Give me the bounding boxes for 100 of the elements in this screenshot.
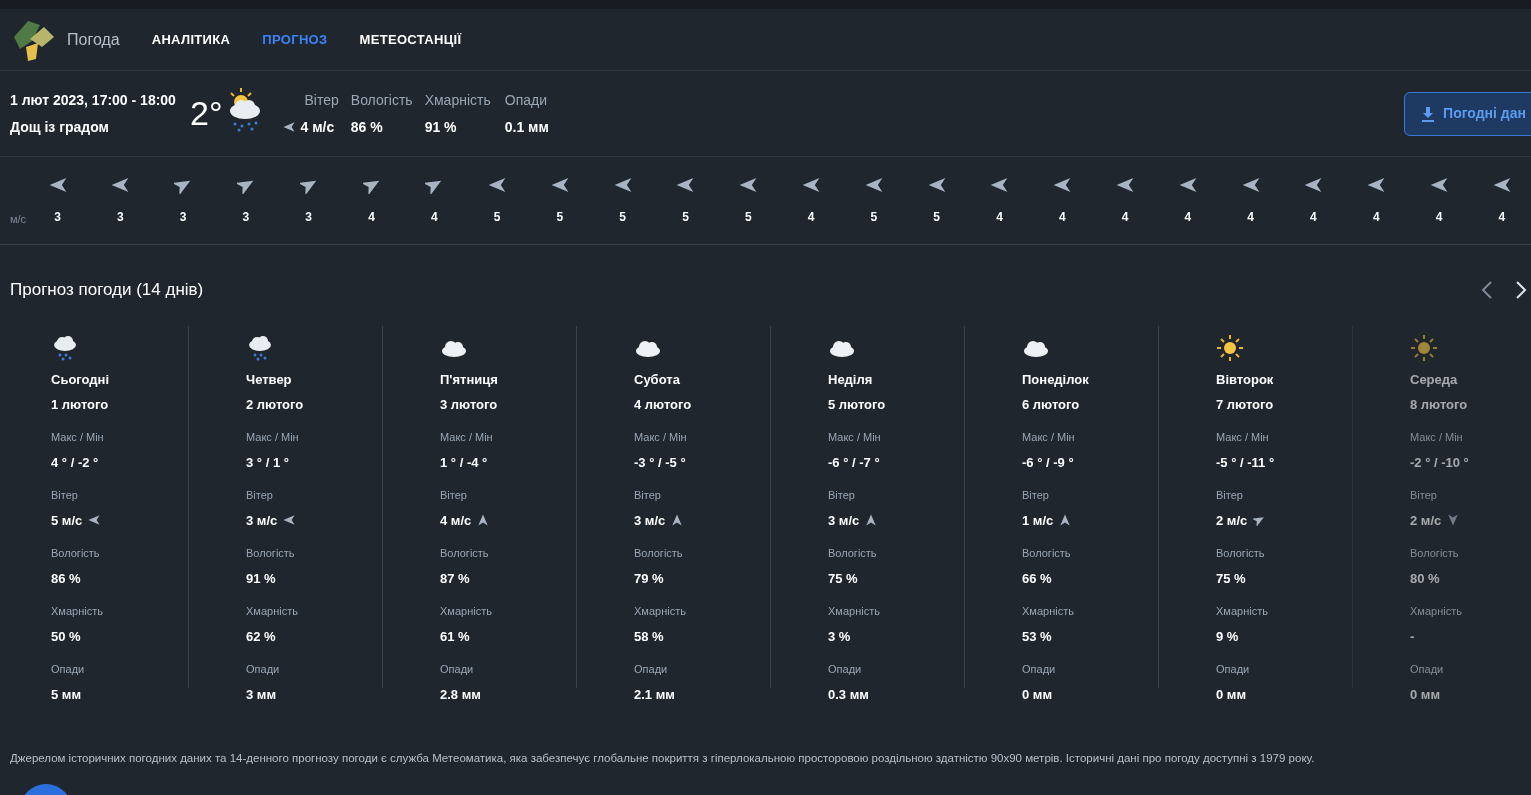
field-label: Хмарність bbox=[828, 604, 881, 619]
field-label: Опади bbox=[51, 662, 86, 677]
field-value: 3 м/с bbox=[828, 511, 860, 530]
field-value: 75 % bbox=[1216, 569, 1246, 588]
field-value: 2.8 мм bbox=[440, 685, 481, 704]
field-value: 1 м/с bbox=[1022, 511, 1054, 530]
wind-speed: 3 bbox=[116, 208, 124, 226]
wind-speed: 5 bbox=[870, 208, 878, 226]
field-label: Хмарність bbox=[246, 604, 299, 619]
field-label: Опади bbox=[1022, 662, 1057, 677]
field-label: Хмарність bbox=[1022, 604, 1075, 619]
field-value: 66 % bbox=[1022, 569, 1052, 588]
field-value: 3 ° / 1 ° bbox=[246, 453, 289, 472]
wind-speed: 4 bbox=[1058, 208, 1066, 226]
day-date: 6 лютого bbox=[1022, 395, 1081, 414]
field-value: 58 % bbox=[634, 627, 664, 646]
wind-unit-label: м/с bbox=[9, 212, 27, 228]
field-label: Макс / Мін bbox=[440, 430, 494, 445]
field-label: Опади bbox=[634, 662, 669, 677]
field-label: Макс / Мін bbox=[1022, 430, 1076, 445]
field-value: 5 м/с bbox=[51, 511, 83, 530]
previous-button[interactable] bbox=[1481, 280, 1493, 300]
field-value: 0 мм bbox=[1410, 685, 1441, 704]
field-value: - bbox=[1410, 627, 1415, 646]
field-value: -6 ° / -9 ° bbox=[1022, 453, 1074, 472]
nav-tab[interactable]: АНАЛІТИКА bbox=[151, 29, 231, 50]
wind-speed: 4 bbox=[1184, 208, 1192, 226]
wind-speed: 4 bbox=[1372, 208, 1380, 226]
field-label: Хмарність bbox=[634, 604, 687, 619]
download-icon bbox=[1421, 105, 1436, 122]
download-data-button[interactable]: Погодні дан bbox=[1404, 91, 1531, 136]
field-label: Макс / Мін bbox=[1216, 430, 1270, 445]
field-label: Вітер bbox=[1410, 488, 1438, 503]
field-label: Опади bbox=[1410, 662, 1445, 677]
day-name: Субота bbox=[634, 371, 681, 389]
wind-speed: 5 bbox=[682, 208, 689, 226]
footer-note: Джерелом історичних погодних даних та 14-денного прогнозу погоди є служба Метеоматика, яка забезпечує глобальне покриття з гіперлокальною просторовою роздільною здатністю 90x90 метрів. Історичні дані про погоду доступні з 1979 року. bbox=[9, 751, 1316, 766]
nav-tab[interactable]: ПРОГНОЗ bbox=[262, 29, 328, 50]
nav-tab[interactable]: МЕТЕОСТАНЦІЇ bbox=[359, 29, 462, 50]
wind-speed: 4 bbox=[1310, 208, 1317, 226]
field-value: 53 % bbox=[1022, 627, 1052, 646]
field-value: 4 м/с bbox=[440, 511, 472, 530]
field-value: 0.3 мм bbox=[828, 685, 869, 704]
field-value: 50 % bbox=[51, 627, 81, 646]
wind-speed: 5 bbox=[744, 208, 752, 226]
field-value: 62 % bbox=[246, 627, 276, 646]
day-date: 2 лютого bbox=[246, 395, 305, 414]
field-label: Макс / Мін bbox=[1410, 430, 1464, 445]
day-name: Середа bbox=[1410, 371, 1459, 389]
field-value: -3 ° / -5 ° bbox=[634, 453, 686, 472]
wind-speed: 4 bbox=[1121, 208, 1129, 226]
wind-speed: 3 bbox=[179, 208, 187, 226]
wind-speed: 5 bbox=[619, 208, 627, 226]
metric-label: Вітер bbox=[304, 90, 339, 110]
field-label: Вітер bbox=[1216, 488, 1244, 503]
wind-speed: 4 bbox=[430, 208, 438, 226]
day-date: 7 лютого bbox=[1216, 395, 1275, 414]
field-label: Вологість bbox=[1022, 546, 1072, 561]
field-value: 80 % bbox=[1410, 569, 1440, 588]
day-name: Неділя bbox=[828, 371, 874, 389]
field-value: 0 мм bbox=[1022, 685, 1053, 704]
wind-speed: 4 bbox=[996, 208, 1003, 226]
field-value: 79 % bbox=[634, 569, 664, 588]
wind-speed: 3 bbox=[242, 208, 250, 226]
field-label: Вітер bbox=[440, 488, 468, 503]
current-temperature: 2° bbox=[190, 93, 223, 134]
field-value: 2.1 мм bbox=[634, 685, 675, 704]
wind-speed: 4 bbox=[1435, 208, 1443, 226]
wind-speed: 5 bbox=[556, 208, 564, 226]
field-value: 87 % bbox=[440, 569, 470, 588]
field-label: Вітер bbox=[246, 488, 274, 503]
field-value: 91 % bbox=[246, 569, 276, 588]
field-value: 9 % bbox=[1216, 627, 1239, 646]
field-value: 75 % bbox=[828, 569, 858, 588]
field-label: Вітер bbox=[51, 488, 79, 503]
day-name: Сьогодні bbox=[51, 371, 111, 389]
field-label: Вітер bbox=[828, 488, 856, 503]
field-label: Вологість bbox=[828, 546, 878, 561]
metric-value: 0.1 мм bbox=[504, 117, 549, 137]
wind-speed: 4 bbox=[1247, 208, 1254, 226]
wind-speed: 4 bbox=[368, 208, 375, 226]
field-label: Опади bbox=[1216, 662, 1251, 677]
day-date: 5 лютого bbox=[828, 395, 887, 414]
field-label: Вологість bbox=[51, 546, 101, 561]
next-button[interactable] bbox=[1515, 280, 1527, 300]
field-value: 2 м/с bbox=[1216, 511, 1248, 530]
day-date: 8 лютого bbox=[1410, 395, 1469, 414]
field-label: Макс / Мін bbox=[51, 430, 105, 445]
app-title: Погода bbox=[67, 29, 120, 50]
metric-label: Вологість bbox=[350, 90, 413, 110]
field-label: Макс / Мін bbox=[246, 430, 300, 445]
field-value: 3 мм bbox=[246, 685, 277, 704]
chevron-left-icon bbox=[1481, 280, 1493, 300]
wind-speed: 5 bbox=[933, 208, 940, 226]
field-value: 4 ° / -2 ° bbox=[51, 453, 99, 472]
field-value: -6 ° / -7 ° bbox=[828, 453, 880, 472]
wind-speed: 4 bbox=[1498, 208, 1506, 226]
day-name: Четвер bbox=[246, 371, 293, 389]
day-name: Вівторок bbox=[1216, 371, 1275, 389]
day-date: 3 лютого bbox=[440, 395, 499, 414]
